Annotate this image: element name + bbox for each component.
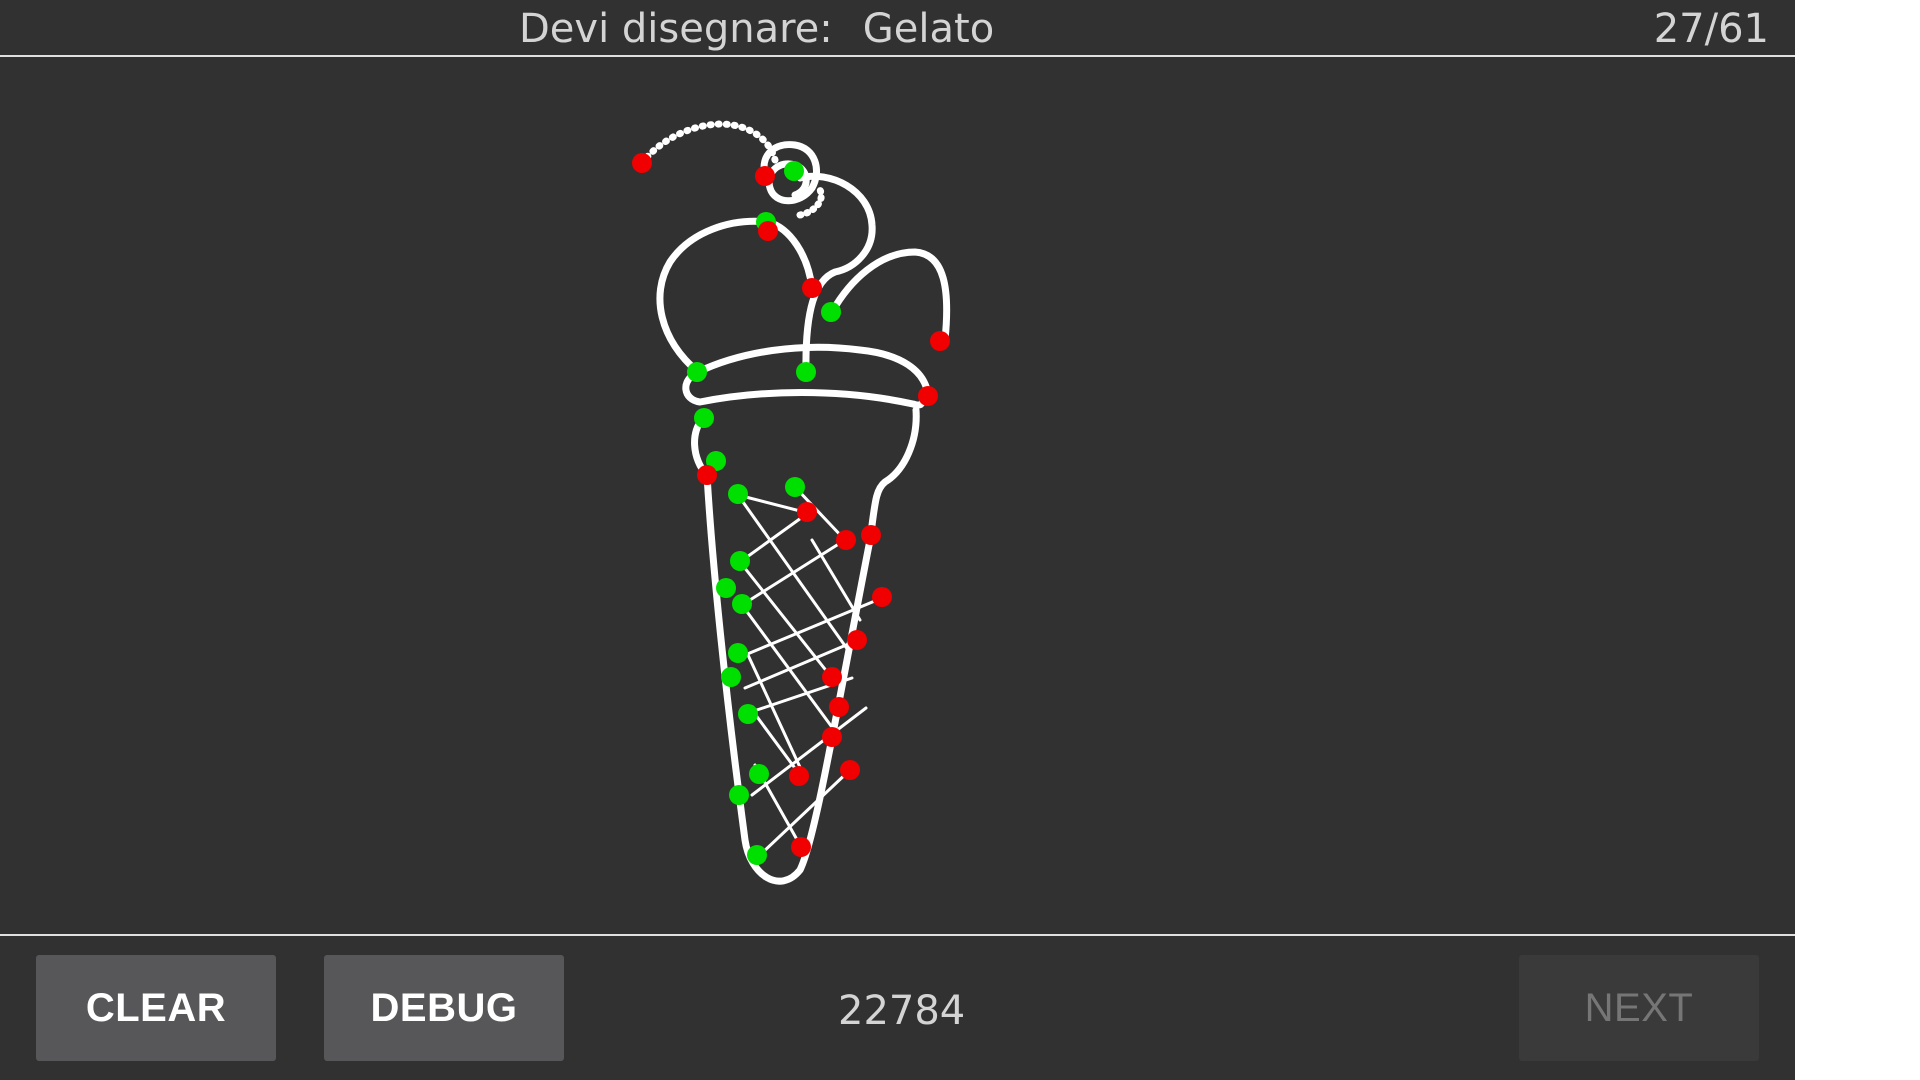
waffle-line xyxy=(738,511,810,564)
stroke-end-point xyxy=(847,630,867,650)
stroke-start-point xyxy=(749,764,769,784)
stroke-start-point xyxy=(821,302,841,322)
stroke-start-point xyxy=(738,704,758,724)
stroke-end-point xyxy=(789,766,809,786)
stroke-start-point xyxy=(721,667,741,687)
stroke-start-point xyxy=(716,578,736,598)
stroke-end-point xyxy=(697,465,717,485)
drawing-prompt: Devi disegnare: Gelato xyxy=(519,6,994,52)
stroke-cherry-stem xyxy=(638,120,779,167)
waffle-line xyxy=(750,706,868,797)
stroke-start-point xyxy=(728,484,748,504)
stroke-end-point xyxy=(822,667,842,687)
stroke-end-point xyxy=(829,697,849,717)
stroke-end-point xyxy=(840,760,860,780)
stroke-start-point xyxy=(729,785,749,805)
progress-counter: 27/61 xyxy=(1653,6,1769,52)
stroke-start-point xyxy=(796,362,816,382)
stroke-left-scoop xyxy=(656,217,772,376)
header-bar: Devi disegnare: Gelato 27/61 xyxy=(0,0,1795,57)
stroke-start-point xyxy=(784,161,804,181)
stroke-start-point xyxy=(747,845,767,865)
score-value: 22784 xyxy=(838,988,966,1034)
next-button[interactable]: NEXT xyxy=(1519,955,1759,1061)
stroke-end-point xyxy=(802,278,822,298)
stroke-end-point xyxy=(791,837,811,857)
stroke-end-point xyxy=(872,587,892,607)
stroke-start-point xyxy=(687,362,707,382)
target-word: Gelato xyxy=(862,6,995,52)
stroke-end-point xyxy=(797,502,817,522)
stroke-start-point xyxy=(785,477,805,497)
stroke-cone-right xyxy=(866,406,920,544)
stroke-end-point xyxy=(836,530,856,550)
stroke-end-point xyxy=(758,221,778,241)
stroke-start-point xyxy=(732,594,752,614)
stroke-end-point xyxy=(755,166,775,186)
drawing-canvas[interactable] xyxy=(0,57,1795,934)
stroke-end-point xyxy=(822,727,842,747)
stroke-end-point xyxy=(861,525,881,545)
stroke-end-point xyxy=(632,153,652,173)
drawing-svg xyxy=(632,120,951,885)
stroke-end-point xyxy=(930,331,950,351)
stroke-start-point xyxy=(728,643,748,663)
prompt-label: Devi disegnare: xyxy=(519,6,833,52)
debug-button[interactable]: DEBUG xyxy=(324,955,564,1061)
drawing-app: Devi disegnare: Gelato 27/61 CLEAR DEBUG… xyxy=(0,0,1795,1080)
footer-bar: CLEAR DEBUG 22784 NEXT xyxy=(0,934,1795,1080)
stroke-start-point xyxy=(730,551,750,571)
stroke-end-point xyxy=(918,386,938,406)
clear-button[interactable]: CLEAR xyxy=(36,955,276,1061)
stroke-start-point xyxy=(694,408,714,428)
